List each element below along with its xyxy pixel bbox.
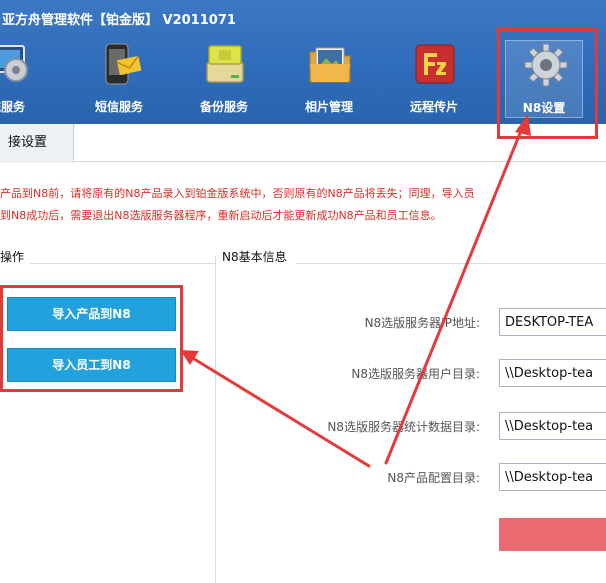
toolbar-item-backup[interactable]: 备份服务 [185,40,263,118]
toolbar-item-remote-transfer[interactable]: 远程传片 [395,40,473,118]
stats-directory-input[interactable] [499,412,606,440]
warning-notice: 产品到N8前，请将原有的N8产品录入到铂金版系统中，否则原有的N8产品将丢失；同… [0,183,606,227]
toolbar-item-label: 短信服务 [94,100,143,114]
ip-address-label: N8选版服务器IP地址: [364,316,480,330]
user-directory-label: N8选版服务器用户目录: [351,367,480,381]
toolbar-item-label: 统服务 [0,100,25,114]
toolbar-item-label: 远程传片 [409,100,458,114]
panel-divider [30,263,215,264]
phone-message-icon [105,43,142,85]
usb-drive-icon [206,45,244,83]
product-config-directory-label: N8产品配置目录: [387,471,480,485]
app-window: 亚方舟管理软件【铂金版】 V2011071 统服务 短信服务 [0,0,606,583]
import-employees-button[interactable]: 导入员工到N8 [7,348,176,382]
stats-directory-label: N8选版服务器统计数据目录: [327,420,480,434]
user-directory-input[interactable] [499,359,606,387]
ip-address-input[interactable] [499,308,606,336]
panel-divider [296,263,606,264]
notice-line: 产品到N8前，请将原有的N8产品录入到铂金版系统中，否则原有的N8产品将丢失；同… [0,187,475,200]
app-title: 亚方舟管理软件【铂金版】 V2011071 [2,13,236,28]
toolbar-item-service[interactable]: 统服务 [0,40,46,118]
product-config-directory-input[interactable] [499,463,606,491]
photo-folder-icon [309,47,351,83]
tab-connection-settings[interactable]: 接设置 [0,124,74,163]
filezilla-icon [415,44,455,84]
notice-line: 到N8成功后，需要退出N8选版服务器程序，重新启动后才能更新成功N8产品和员工信… [0,209,442,222]
toolbar-item-photos[interactable]: 相片管理 [290,40,368,118]
toolbar-item-label: 备份服务 [199,100,248,114]
action-button[interactable] [499,518,606,551]
operation-panel-title: 操作 [0,248,27,265]
import-products-button[interactable]: 导入产品到N8 [7,297,176,331]
n8-info-panel-title: N8基本信息 [222,248,289,265]
n8-settings-highlight [497,28,598,139]
import-buttons-highlight: 导入产品到N8 导入员工到N8 [0,285,183,392]
arrow-to-import-buttons [184,352,371,468]
toolbar-item-sms[interactable]: 短信服务 [80,40,158,118]
monitor-gear-icon [0,45,28,82]
panel-divider [215,256,216,583]
toolbar-item-label: 相片管理 [304,100,353,114]
